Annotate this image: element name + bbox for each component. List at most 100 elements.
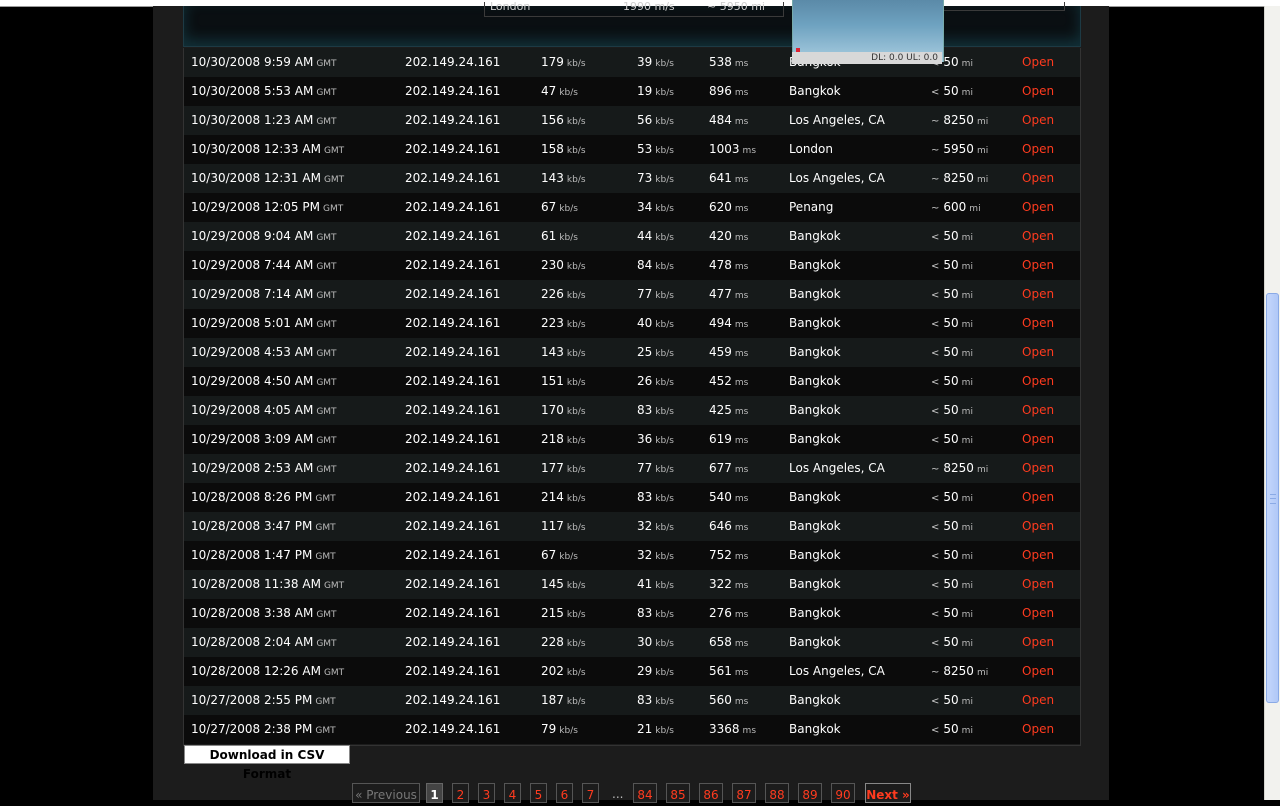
server-location: Bangkok bbox=[789, 577, 841, 591]
upload-speed: 44 kb/s bbox=[637, 229, 674, 243]
open-result-link[interactable]: Open bbox=[1022, 222, 1054, 251]
page-link-5[interactable]: 5 bbox=[530, 783, 547, 803]
page-link-90[interactable]: 90 bbox=[831, 783, 855, 803]
page-link-86[interactable]: 86 bbox=[699, 783, 723, 803]
ping-value: 641 ms bbox=[709, 171, 749, 185]
page-link-3[interactable]: 3 bbox=[478, 783, 495, 803]
page-link-84[interactable]: 84 bbox=[633, 783, 657, 803]
download-speed: 218 kb/s bbox=[541, 432, 586, 446]
open-result-link[interactable]: Open bbox=[1022, 454, 1054, 483]
vertical-scrollbar[interactable] bbox=[1264, 6, 1280, 800]
server-location: Bangkok bbox=[789, 374, 841, 388]
table-row: 10/30/2008 12:31 AM GMT 202.149.24.161 143 k… bbox=[184, 164, 1080, 193]
open-result-link[interactable]: Open bbox=[1022, 628, 1054, 657]
open-result-link[interactable]: Open bbox=[1022, 599, 1054, 628]
open-result-link[interactable]: Open bbox=[1022, 396, 1054, 425]
timezone-label: GMT bbox=[316, 407, 337, 417]
server-location: Bangkok bbox=[789, 693, 841, 707]
results-header-panel: London 1990 m/s ~ 5950 mi bbox=[183, 0, 1081, 47]
upload-speed: 83 kb/s bbox=[637, 693, 674, 707]
open-result-link[interactable]: Open bbox=[1022, 193, 1054, 222]
ip-address: 202.149.24.161 bbox=[405, 461, 501, 475]
open-result-link[interactable]: Open bbox=[1022, 425, 1054, 454]
upload-speed: 25 kb/s bbox=[637, 345, 674, 359]
table-row: 10/29/2008 4:53 AM GMT 202.149.24.161 143 kb… bbox=[184, 338, 1080, 367]
server-distance: <50mi bbox=[931, 345, 973, 359]
table-row: 10/30/2008 12:33 AM GMT 202.149.24.161 158 k… bbox=[184, 135, 1080, 164]
open-result-link[interactable]: Open bbox=[1022, 541, 1054, 570]
table-row: 10/29/2008 12:05 PM GMT 202.149.24.161 67 kb… bbox=[184, 193, 1080, 222]
test-date: 10/27/2008 2:38 PM GMT bbox=[191, 722, 336, 736]
open-result-link[interactable]: Open bbox=[1022, 483, 1054, 512]
upload-speed: 39 kb/s bbox=[637, 55, 674, 69]
page-link-88[interactable]: 88 bbox=[765, 783, 789, 803]
server-distance: ~8250 mi bbox=[931, 664, 989, 678]
download-speed: 179 kb/s bbox=[541, 55, 586, 69]
ip-address: 202.149.24.161 bbox=[405, 432, 501, 446]
timezone-label: GMT bbox=[316, 117, 337, 127]
table-row: 10/30/2008 5:53 AM GMT 202.149.24.161 47 kb/… bbox=[184, 77, 1080, 106]
test-date: 10/30/2008 9:59 AM GMT bbox=[191, 55, 337, 69]
open-result-link[interactable]: Open bbox=[1022, 135, 1054, 164]
download-csv-button[interactable]: Download in CSV Format bbox=[184, 745, 350, 781]
ip-address: 202.149.24.161 bbox=[405, 316, 501, 330]
open-result-link[interactable]: Open bbox=[1022, 106, 1054, 135]
server-location: Los Angeles, CA bbox=[789, 113, 885, 127]
ping-value: 425 ms bbox=[709, 403, 749, 417]
table-row: 10/27/2008 2:55 PM GMT 202.149.24.161 187 kb… bbox=[184, 686, 1080, 715]
open-result-link[interactable]: Open bbox=[1022, 338, 1054, 367]
ping-value: 322 ms bbox=[709, 577, 749, 591]
next-page-button[interactable]: Next » bbox=[865, 783, 911, 803]
test-date: 10/29/2008 12:05 PM GMT bbox=[191, 200, 344, 214]
server-location: Bangkok bbox=[789, 229, 841, 243]
timezone-label: GMT bbox=[316, 291, 337, 301]
test-date: 10/29/2008 9:04 AM GMT bbox=[191, 229, 337, 243]
open-result-link[interactable]: Open bbox=[1022, 512, 1054, 541]
header-speed: 1990 m/s bbox=[623, 0, 675, 13]
open-result-link[interactable]: Open bbox=[1022, 686, 1054, 715]
download-speed: 151 kb/s bbox=[541, 374, 586, 388]
upload-speed: 83 kb/s bbox=[637, 606, 674, 620]
page-link-87[interactable]: 87 bbox=[732, 783, 756, 803]
scrollbar-thumb[interactable] bbox=[1266, 293, 1279, 703]
timezone-label: GMT bbox=[315, 552, 336, 562]
timezone-label: GMT bbox=[316, 59, 337, 69]
page-link-6[interactable]: 6 bbox=[556, 783, 573, 803]
open-result-link[interactable]: Open bbox=[1022, 367, 1054, 396]
server-distance: <50mi bbox=[931, 577, 973, 591]
server-location: Los Angeles, CA bbox=[789, 664, 885, 678]
page-link-89[interactable]: 89 bbox=[798, 783, 822, 803]
ping-value: 420 ms bbox=[709, 229, 749, 243]
upload-speed: 77 kb/s bbox=[637, 287, 674, 301]
upload-speed: 32 kb/s bbox=[637, 548, 674, 562]
upload-speed: 53 kb/s bbox=[637, 142, 674, 156]
download-speed: 223 kb/s bbox=[541, 316, 586, 330]
open-result-link[interactable]: Open bbox=[1022, 280, 1054, 309]
test-date: 10/29/2008 4:50 AM GMT bbox=[191, 374, 337, 388]
open-result-link[interactable]: Open bbox=[1022, 48, 1054, 77]
test-date: 10/29/2008 7:14 AM GMT bbox=[191, 287, 337, 301]
ip-address: 202.149.24.161 bbox=[405, 374, 501, 388]
open-result-link[interactable]: Open bbox=[1022, 251, 1054, 280]
page-link-2[interactable]: 2 bbox=[452, 783, 469, 803]
server-location: Bangkok bbox=[789, 635, 841, 649]
server-location: Bangkok bbox=[789, 722, 841, 736]
download-speed: 177 kb/s bbox=[541, 461, 586, 475]
server-location: Bangkok bbox=[789, 519, 841, 533]
open-result-link[interactable]: Open bbox=[1022, 77, 1054, 106]
open-result-link[interactable]: Open bbox=[1022, 570, 1054, 599]
page-link-85[interactable]: 85 bbox=[666, 783, 690, 803]
page-link-4[interactable]: 4 bbox=[504, 783, 521, 803]
open-result-link[interactable]: Open bbox=[1022, 715, 1054, 744]
open-result-link[interactable]: Open bbox=[1022, 164, 1054, 193]
test-date: 10/30/2008 12:33 AM GMT bbox=[191, 142, 345, 156]
page-link-7[interactable]: 7 bbox=[582, 783, 599, 803]
open-result-link[interactable]: Open bbox=[1022, 309, 1054, 338]
open-result-link[interactable]: Open bbox=[1022, 657, 1054, 686]
server-location: Bangkok bbox=[789, 432, 841, 446]
previous-page-button[interactable]: « Previous bbox=[352, 783, 420, 803]
server-distance: ~8250 mi bbox=[931, 113, 989, 127]
test-date: 10/30/2008 12:31 AM GMT bbox=[191, 171, 345, 185]
download-speed: 156 kb/s bbox=[541, 113, 586, 127]
timezone-label: GMT bbox=[316, 465, 337, 475]
